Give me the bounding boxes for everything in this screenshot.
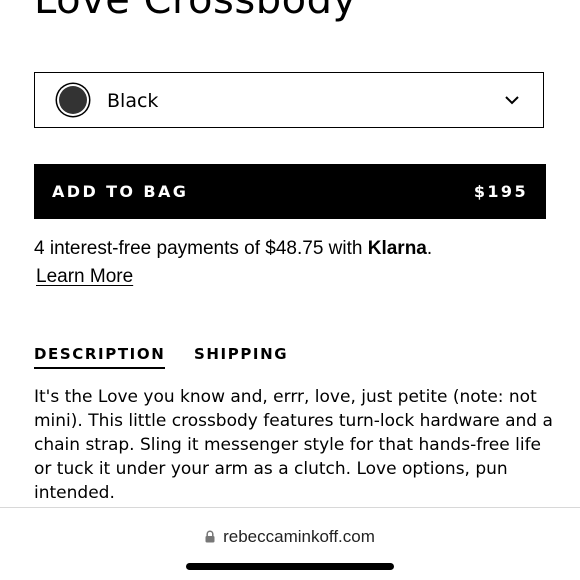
price: $195 (473, 182, 528, 201)
url-display[interactable]: rebeccaminkoff.com (0, 526, 580, 548)
color-swatch (59, 86, 87, 114)
lock-icon (205, 530, 215, 543)
product-title: Love Crossbody (34, 0, 357, 23)
klarna-brand: Klarna (367, 238, 427, 259)
tab-shipping[interactable]: SHIPPING (194, 344, 288, 367)
chevron-down-icon (505, 96, 519, 105)
home-indicator[interactable] (186, 563, 394, 570)
product-description: It's the Love you know and, errr, love, … (34, 387, 553, 503)
add-to-bag-button[interactable]: ADD TO BAG $195 (34, 164, 546, 219)
color-select[interactable]: Black (34, 72, 544, 128)
selected-color-label: Black (107, 90, 159, 112)
url-text: rebeccaminkoff.com (223, 527, 375, 546)
klarna-installments: 4 interest-free payments of $48.75 with … (34, 236, 554, 262)
klarna-period: . (426, 238, 433, 259)
klarna-text: 4 interest-free payments of $48.75 with (34, 238, 368, 259)
add-to-bag-label: ADD TO BAG (52, 182, 189, 201)
tab-description[interactable]: DESCRIPTION (34, 344, 166, 369)
product-page: Love Crossbody Black ADD TO BAG $195 4 i… (0, 0, 580, 580)
learn-more-link[interactable]: Learn More (36, 264, 133, 290)
browser-address-bar: rebeccaminkoff.com (0, 507, 580, 580)
